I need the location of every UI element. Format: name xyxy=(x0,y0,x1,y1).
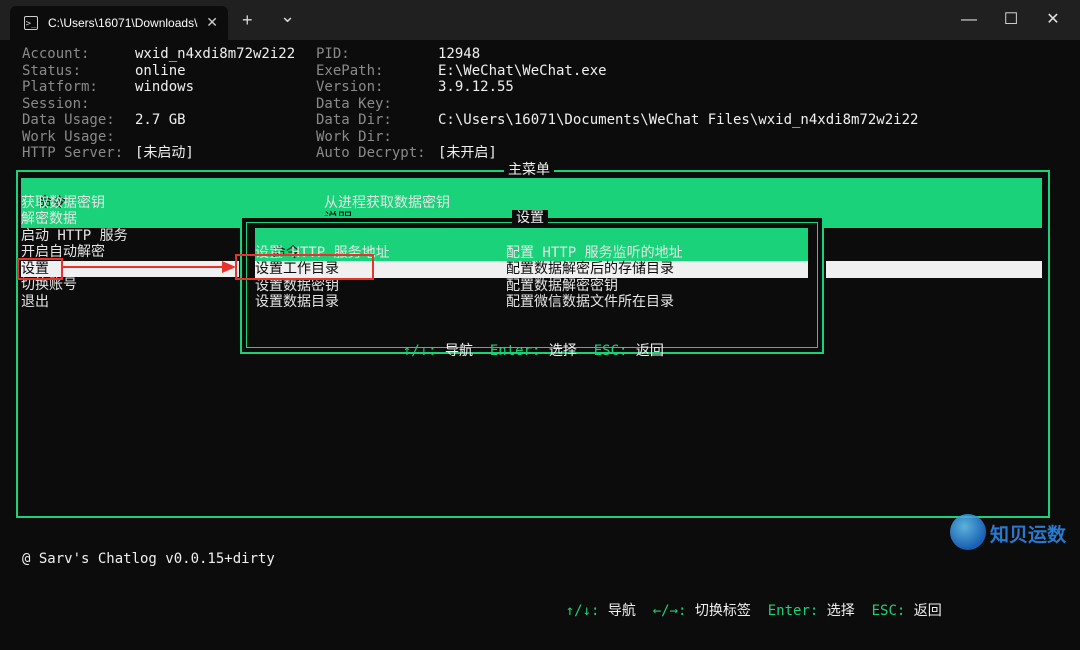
main-menu-selected-highlight xyxy=(826,261,1042,278)
maximize-button[interactable]: ☐ xyxy=(996,8,1026,32)
minimize-button[interactable]: — xyxy=(954,8,984,32)
info-right-label: Data Key: xyxy=(316,95,392,112)
help-esc-key: ESC: xyxy=(593,342,628,359)
info-left-value: [未启动] xyxy=(135,145,194,161)
new-tab-button[interactable]: + xyxy=(242,10,253,30)
help-enter-key: Enter: xyxy=(489,342,541,359)
app-version: @ Sarv's Chatlog v0.0.15+dirty xyxy=(22,551,275,567)
settings-menu-title: 设置 xyxy=(512,210,548,226)
status-enter-key: Enter: xyxy=(767,603,819,619)
settings-item-description: 配置微信数据文件所在目录 xyxy=(506,294,674,310)
tab-close-icon[interactable]: ✕ xyxy=(206,14,218,31)
info-left-label: HTTP Server: xyxy=(22,145,124,161)
info-left-label: Status: xyxy=(22,62,82,79)
annotation-box-settings xyxy=(17,258,63,280)
annotation-box-work-dir xyxy=(235,254,374,280)
settings-menu-item[interactable]: 设置数据目录 配置微信数据文件所在目录 xyxy=(255,294,808,311)
info-right-value: 12948 xyxy=(438,46,481,62)
tab-title: C:\Users\16071\Downloads\cha xyxy=(48,16,198,30)
info-left-value: wxid_n4xdi8m72w2i22 xyxy=(135,46,296,62)
help-nav-key: ↑/↓: xyxy=(402,342,437,359)
status-enter-label: 选择 xyxy=(826,603,855,619)
close-button[interactable]: ✕ xyxy=(1038,8,1068,32)
info-right-value: C:\Users\16071\Documents\WeChat Files\wx… xyxy=(438,112,919,128)
status-esc-label: 返回 xyxy=(913,603,942,619)
status-esc-key: ESC: xyxy=(871,603,906,619)
info-right-label: PID: xyxy=(316,46,350,62)
info-left-value: windows xyxy=(135,79,195,95)
info-left-value: online xyxy=(135,62,186,79)
main-menu-item[interactable]: 获取数据密钥 从进程获取数据密钥 xyxy=(21,195,781,212)
main-menu-item-command: 启动 HTTP 服务 xyxy=(21,227,128,244)
settings-item-description: 配置数据解密后的存储目录 xyxy=(506,261,674,277)
annotation-arrow-icon xyxy=(62,261,236,273)
info-right-label: Auto Decrypt: xyxy=(316,145,426,161)
help-nav-label: 导航 xyxy=(445,342,474,359)
main-menu-item-command: 获取数据密钥 xyxy=(21,194,105,211)
status-nav-key: ↑/↓: xyxy=(565,603,600,619)
watermark-logo: 知贝运数 xyxy=(950,512,1080,555)
terminal-icon: >_ xyxy=(24,16,38,30)
info-right-label: Work Dir: xyxy=(316,128,392,145)
chevron-down-icon[interactable]: ⌄ xyxy=(280,6,295,26)
terminal-tab[interactable]: >_ C:\Users\16071\Downloads\cha ✕ xyxy=(10,6,228,40)
settings-item-description: 配置数据解密密钥 xyxy=(506,277,618,294)
main-menu-item-command: 解密数据 xyxy=(21,211,77,227)
settings-item-description: 配置 HTTP 服务监听的地址 xyxy=(506,244,683,261)
info-left-label: Session: xyxy=(22,95,90,112)
status-tab-key: ←/→: xyxy=(652,603,687,619)
help-enter-label: 选择 xyxy=(548,342,577,359)
info-left-label: Platform: xyxy=(22,79,98,95)
settings-item-command: 设置数据目录 xyxy=(255,294,339,310)
watermark-text: 知贝运数 xyxy=(990,524,1067,546)
info-right-value: [未开启] xyxy=(438,145,497,161)
info-right-label: Version: xyxy=(316,79,384,95)
main-menu-item-description: 从进程获取数据密钥 xyxy=(324,194,450,211)
globe-icon xyxy=(950,514,986,550)
info-right-value: E:\WeChat\WeChat.exe xyxy=(438,62,607,79)
main-menu-item-command: 退出 xyxy=(21,293,49,310)
info-left-label: Account: xyxy=(22,46,90,62)
help-esc-label: 返回 xyxy=(635,342,664,359)
settings-help: ↑/↓: 导航 Enter: 选择 ESC: 返回 xyxy=(386,326,664,359)
info-left-label: Work Usage: xyxy=(22,128,115,145)
info-right-label: Data Dir: xyxy=(316,112,392,128)
info-right-value: 3.9.12.55 xyxy=(438,79,514,95)
status-nav-label: 导航 xyxy=(607,603,636,619)
status-bar: @ Sarv's Chatlog v0.0.15+dirty ↑/↓: 导航 ←… xyxy=(14,520,1064,619)
info-left-value: 2.7 GB xyxy=(135,112,186,128)
main-menu-title: 主菜单 xyxy=(504,162,554,178)
title-bar: >_ C:\Users\16071\Downloads\cha ✕ + ⌄ — … xyxy=(0,0,1080,40)
info-left-label: Data Usage: xyxy=(22,112,115,128)
info-right-label: ExePath: xyxy=(316,62,384,79)
status-tab-label: 切换标签 xyxy=(694,603,751,619)
